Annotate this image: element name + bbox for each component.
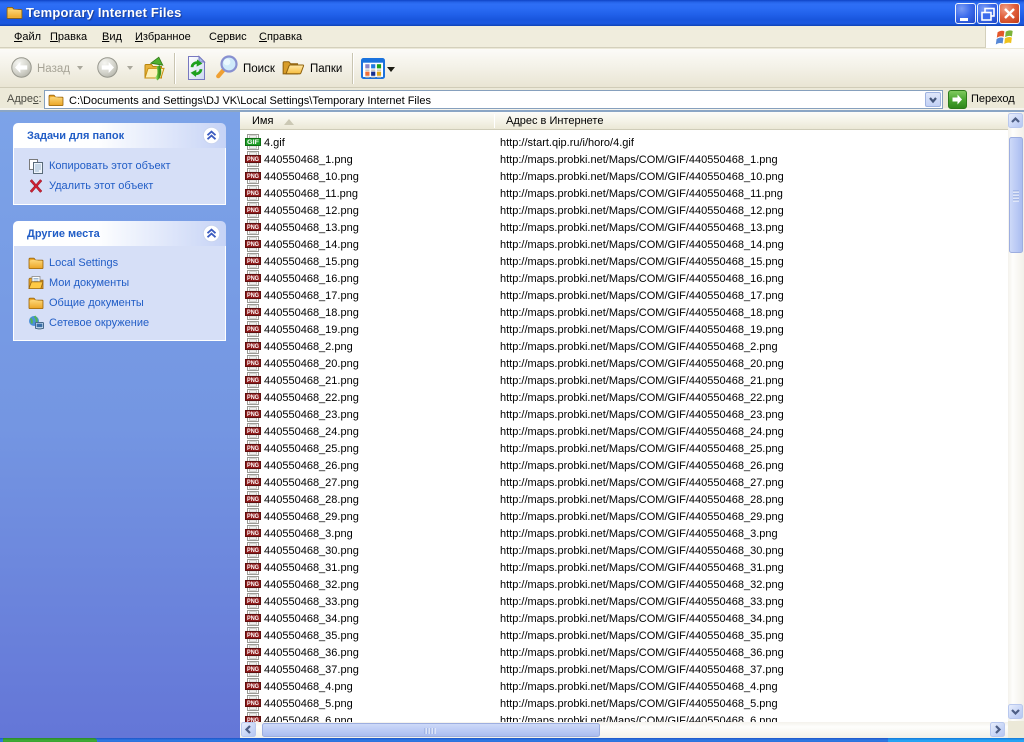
svg-text:PNG: PNG [247, 259, 259, 265]
svg-text:PNG: PNG [247, 310, 259, 316]
svg-text:PNG: PNG [247, 463, 259, 469]
svg-text:PNG: PNG [247, 344, 259, 350]
svg-text:PNG: PNG [247, 616, 259, 622]
svg-text:PNG: PNG [247, 667, 259, 673]
svg-text:PNG: PNG [247, 412, 259, 418]
svg-text:PNG: PNG [247, 361, 259, 367]
svg-text:PNG: PNG [247, 650, 259, 656]
svg-text:PNG: PNG [247, 480, 259, 486]
svg-text:PNG: PNG [247, 446, 259, 452]
svg-text:PNG: PNG [247, 242, 259, 248]
svg-text:PNG: PNG [247, 565, 259, 571]
svg-text:PNG: PNG [247, 633, 259, 639]
svg-text:PNG: PNG [247, 157, 259, 163]
svg-text:PNG: PNG [247, 548, 259, 554]
svg-text:PNG: PNG [247, 378, 259, 384]
svg-text:PNG: PNG [247, 174, 259, 180]
svg-text:PNG: PNG [247, 395, 259, 401]
svg-text:PNG: PNG [247, 701, 259, 707]
svg-text:GIF: GIF [247, 140, 259, 146]
svg-text:PNG: PNG [247, 225, 259, 231]
svg-text:PNG: PNG [247, 208, 259, 214]
svg-text:PNG: PNG [247, 514, 259, 520]
svg-text:PNG: PNG [247, 327, 259, 333]
svg-text:PNG: PNG [247, 293, 259, 299]
svg-text:PNG: PNG [247, 191, 259, 197]
svg-text:PNG: PNG [247, 599, 259, 605]
svg-text:PNG: PNG [247, 684, 259, 690]
svg-text:PNG: PNG [247, 497, 259, 503]
svg-text:PNG: PNG [247, 531, 259, 537]
svg-text:PNG: PNG [247, 276, 259, 282]
svg-text:PNG: PNG [247, 429, 259, 435]
svg-text:PNG: PNG [247, 582, 259, 588]
